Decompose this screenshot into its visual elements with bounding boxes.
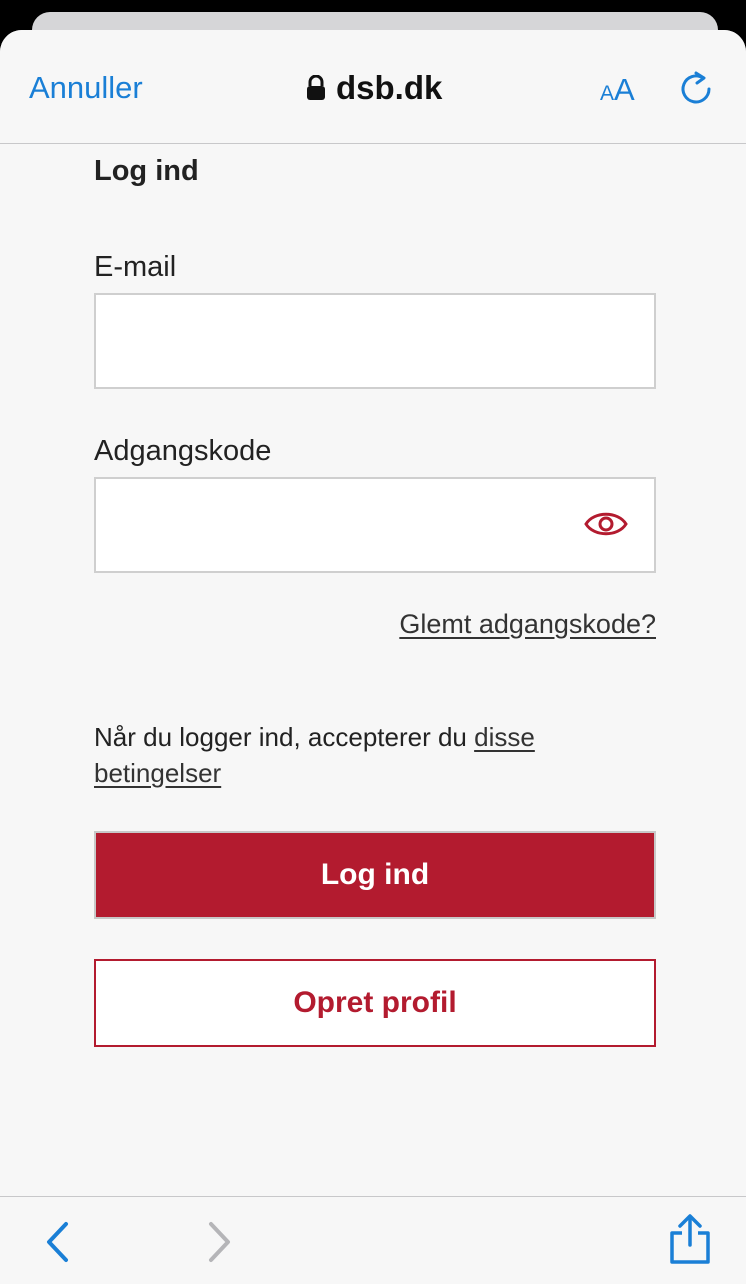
lock-icon (307, 75, 325, 100)
browser-top-bar: Annuller dsb.dk AA (0, 30, 746, 144)
create-profile-button[interactable]: Opret profil (94, 959, 656, 1047)
domain-label: dsb.dk (336, 69, 443, 106)
cancel-button[interactable]: Annuller (29, 68, 143, 108)
eye-icon[interactable] (584, 509, 628, 539)
page-title: Log ind (94, 155, 199, 187)
text-size-icon-small: A (600, 82, 615, 105)
reload-icon[interactable] (678, 70, 714, 106)
browser-sheet: Annuller dsb.dk AA Log ind E-mail Adgang… (0, 30, 746, 1284)
text-size-icon-big: A (614, 72, 635, 107)
terms-prefix: Når du logger ind, accepterer du (94, 722, 475, 752)
back-icon[interactable] (44, 1221, 72, 1263)
terms-text: Når du logger ind, accepterer du disse b… (94, 719, 614, 791)
password-field[interactable] (94, 477, 656, 573)
password-label: Adgangskode (94, 435, 272, 467)
share-icon[interactable] (668, 1213, 712, 1265)
address-display[interactable]: dsb.dk (306, 67, 442, 109)
login-button[interactable]: Log ind (94, 831, 656, 919)
forward-icon[interactable] (205, 1221, 233, 1263)
email-label: E-mail (94, 251, 177, 283)
forgot-password-link[interactable]: Glemt adgangskode? (399, 609, 656, 640)
email-field[interactable] (94, 293, 656, 389)
browser-bottom-bar (0, 1196, 746, 1284)
text-size-button[interactable]: AA (600, 70, 635, 116)
